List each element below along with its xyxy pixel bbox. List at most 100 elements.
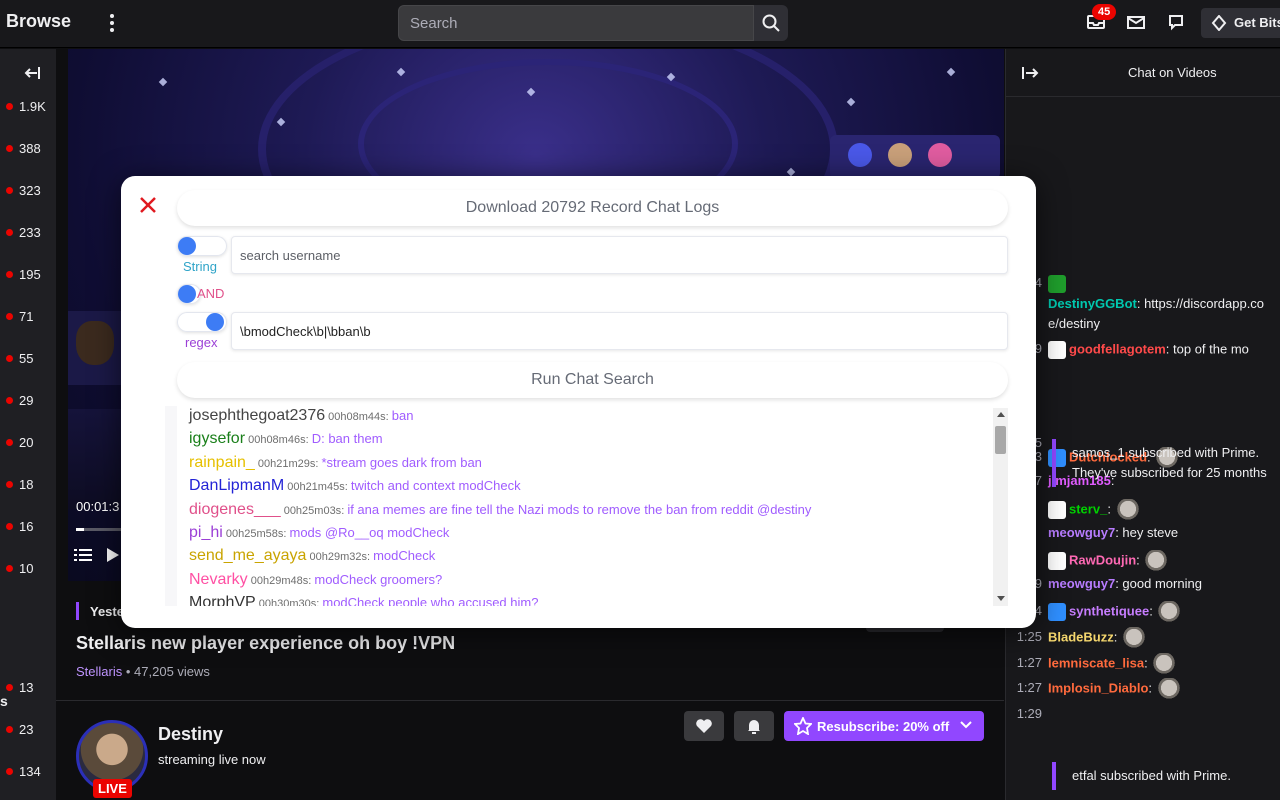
play-icon[interactable] (106, 547, 120, 563)
sidebar-channel-item[interactable]: 233 (0, 223, 56, 243)
chat-username[interactable]: RawDoujin (1069, 552, 1136, 567)
bits-icon (1211, 15, 1227, 31)
sidebar-channel-item[interactable]: 134 (0, 762, 56, 782)
chat-username[interactable]: DestinyGGBot (1048, 296, 1137, 311)
sidebar-channel-item[interactable]: 323 (0, 181, 56, 201)
result-row[interactable]: Nevarky 00h29m48s: modCheck groomers? (189, 571, 442, 594)
chat-badge-icon (1048, 552, 1066, 570)
search-input[interactable]: Search (398, 5, 754, 41)
chat-message: 1:24synthetiquee: (1006, 601, 1280, 623)
live-dot-icon (6, 481, 13, 488)
chat-text: e/destiny (1048, 316, 1101, 331)
more-menu-icon[interactable] (104, 12, 120, 36)
notifications-bell-button[interactable] (734, 711, 774, 741)
result-username: rainpain_ (189, 453, 255, 471)
string-mode-toggle[interactable] (177, 236, 227, 256)
run-chat-search-button[interactable]: Run Chat Search (177, 362, 1008, 398)
chat-username[interactable]: lemniscate_lisa (1048, 655, 1144, 670)
download-chat-logs-button[interactable]: Download 20792 Record Chat Logs (177, 190, 1008, 226)
sidebar-channel-item[interactable]: 23 (0, 720, 56, 740)
result-timestamp: 00h29m48s (247, 574, 309, 587)
and-toggle-label: AND (197, 286, 225, 301)
resubscribe-button[interactable]: Resubscribe: 20% off (784, 711, 984, 741)
emote-icon (1120, 627, 1147, 649)
live-dot-icon (6, 397, 13, 404)
sidebar-channel-item[interactable]: 29 (0, 391, 56, 411)
message-regex-input[interactable]: \bmodCheck\b|\bban\b (231, 312, 1008, 350)
chat-username[interactable]: Implosin_Diablo (1048, 680, 1148, 695)
chat-message: 1:27 lemniscate_lisa: (1006, 653, 1280, 675)
chat-message: 1:27 Implosin_Diablo: (1006, 678, 1280, 700)
sidebar-viewer-count: 29 (19, 393, 34, 408)
sidebar-viewer-count: 55 (19, 351, 34, 366)
emote-icon (1143, 550, 1170, 572)
result-row[interactable]: send_me_ayaya 00h29m32s: modCheck (189, 547, 435, 570)
sidebar-channel-item[interactable]: 1.9K (0, 97, 56, 117)
chat-username[interactable]: BladeBuzz (1048, 629, 1114, 644)
chat-badge-icon (1048, 501, 1066, 519)
chat-message: 1:25 BladeBuzz: (1006, 627, 1280, 649)
scroll-thumb[interactable] (995, 426, 1006, 454)
sidebar-channel-item[interactable]: 71 (0, 307, 56, 327)
result-username: diogenes___ (189, 500, 281, 518)
username-search-input[interactable]: search username (231, 236, 1008, 274)
result-row[interactable]: pi_hi 00h25m58s: mods @Ro__oq modCheck (189, 524, 449, 547)
collapse-arrow-icon[interactable] (22, 65, 42, 81)
streamer-name[interactable]: Destiny (158, 724, 223, 745)
chat-username[interactable]: meowguy7 (1048, 576, 1115, 591)
sidebar-channel-item[interactable]: 55 (0, 349, 56, 369)
result-row[interactable]: MorphVP 00h30m30s: modCheck people who a… (189, 594, 538, 606)
get-bits-button[interactable]: Get Bits (1201, 8, 1280, 38)
result-message: modCheck people who accused him? (322, 595, 539, 606)
result-row[interactable]: igysefor 00h08m46s: D: ban them (189, 430, 383, 453)
expand-arrow-icon[interactable] (1020, 65, 1040, 81)
chat-text: https://discordapp.co (1144, 296, 1265, 311)
sidebar-viewer-count: 1.9K (19, 99, 46, 114)
sidebar-channel-item[interactable]: 10 (0, 559, 56, 579)
sidebar-channel-item[interactable]: 20 (0, 433, 56, 453)
sidebar-channel-item[interactable]: 195 (0, 265, 56, 285)
chat-message: meowguy7: hey steve (1048, 525, 1179, 540)
section-divider (56, 700, 1004, 701)
result-message: D: ban them (311, 431, 383, 447)
search-button[interactable] (754, 5, 788, 41)
live-dot-icon (6, 187, 13, 194)
live-badge: LIVE (93, 779, 132, 798)
chat-username[interactable]: goodfellagotem (1069, 341, 1166, 356)
chat-bubble-button[interactable] (1166, 12, 1190, 36)
scroll-down-arrow-icon[interactable] (997, 596, 1005, 601)
notification-count-badge: 45 (1092, 4, 1117, 20)
sidebar-channel-item[interactable]: 18 (0, 475, 56, 495)
result-timestamp: 00h21m45s (284, 481, 345, 494)
result-row[interactable]: DanLipmanM 00h21m45s: twitch and context… (189, 477, 521, 500)
scroll-up-arrow-icon[interactable] (997, 412, 1005, 417)
chat-timestamp: 1:25 (1016, 629, 1042, 645)
sidebar-viewer-count: 20 (19, 435, 34, 450)
result-row[interactable]: diogenes___ 00h25m03s: if ana memes are … (189, 501, 811, 524)
chat-username[interactable]: synthetiquee (1069, 603, 1149, 618)
results-scrollbar[interactable] (993, 408, 1008, 606)
sidebar-viewer-count: 23 (19, 722, 34, 737)
vod-category-link[interactable]: Stellaris (76, 664, 122, 679)
chat-username[interactable]: sterv_ (1069, 501, 1107, 516)
whispers-button[interactable] (1126, 12, 1150, 36)
get-bits-label: Get Bits (1234, 15, 1280, 30)
chat-header: Chat on Videos (1006, 49, 1280, 97)
follow-button[interactable] (684, 711, 724, 741)
chat-username[interactable]: meowguy7 (1048, 525, 1115, 540)
sidebar-channel-item[interactable]: 388 (0, 139, 56, 159)
emote-icon (1151, 653, 1178, 675)
browse-link[interactable]: Browse (6, 11, 71, 32)
close-icon[interactable] (135, 192, 161, 218)
regex-mode-toggle[interactable] (177, 312, 227, 332)
search-results-list[interactable]: josephthegoat2376 00h08m44s: ban igysefor… (165, 406, 1009, 606)
sub-notice-line2: They've subscribed for 25 months (1072, 465, 1267, 480)
chat-message: sterv_: (1006, 499, 1280, 521)
live-dot-icon (6, 523, 13, 530)
result-username: MorphVP (189, 594, 256, 606)
sidebar-channel-item[interactable]: 13 (0, 678, 56, 698)
chapters-icon[interactable] (74, 547, 92, 563)
result-row[interactable]: josephthegoat2376 00h08m44s: ban (189, 407, 414, 430)
result-row[interactable]: rainpain_ 00h21m29s: *stream goes dark f… (189, 454, 482, 477)
sidebar-channel-item[interactable]: 16 (0, 517, 56, 537)
